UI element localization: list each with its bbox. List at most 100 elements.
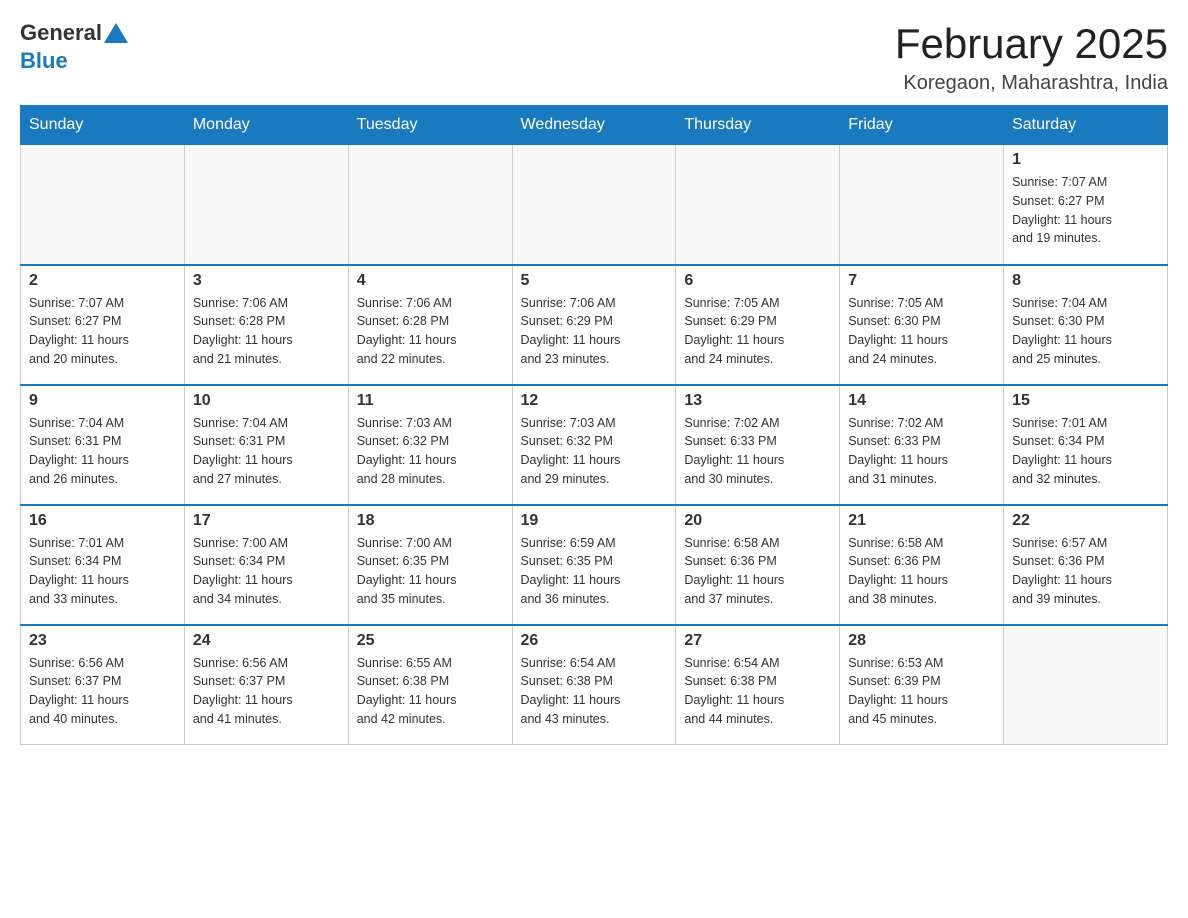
day-header-sunday: Sunday [21, 106, 185, 145]
day-info: Sunrise: 7:01 AM Sunset: 6:34 PM Dayligh… [1012, 414, 1159, 489]
day-info: Sunrise: 6:59 AM Sunset: 6:35 PM Dayligh… [521, 534, 668, 609]
day-number: 28 [848, 632, 995, 650]
calendar-header-row: SundayMondayTuesdayWednesdayThursdayFrid… [21, 106, 1168, 145]
day-number: 19 [521, 512, 668, 530]
calendar-cell: 12 Sunrise: 7:03 AM Sunset: 6:32 PM Dayli… [512, 385, 676, 505]
day-info: Sunrise: 7:06 AM Sunset: 6:29 PM Dayligh… [521, 294, 668, 369]
day-info: Sunrise: 7:00 AM Sunset: 6:34 PM Dayligh… [193, 534, 340, 609]
day-number: 4 [357, 272, 504, 290]
calendar-week-row: 2 Sunrise: 7:07 AM Sunset: 6:27 PM Daylig… [21, 265, 1168, 385]
calendar-cell: 2 Sunrise: 7:07 AM Sunset: 6:27 PM Daylig… [21, 265, 185, 385]
day-number: 20 [684, 512, 831, 530]
calendar-cell [840, 145, 1004, 265]
day-info: Sunrise: 7:04 AM Sunset: 6:30 PM Dayligh… [1012, 294, 1159, 369]
calendar-cell: 13Sunrise: 7:02 AM Sunset: 6:33 PM Dayli… [676, 385, 840, 505]
day-number: 5 [521, 272, 668, 290]
calendar-cell: 8 Sunrise: 7:04 AM Sunset: 6:30 PM Daylig… [1004, 265, 1168, 385]
calendar-cell [348, 145, 512, 265]
day-header-thursday: Thursday [676, 106, 840, 145]
calendar-week-row: 9 Sunrise: 7:04 AM Sunset: 6:31 PM Daylig… [21, 385, 1168, 505]
day-number: 2 [29, 272, 176, 290]
calendar-cell: 24 Sunrise: 6:56 AM Sunset: 6:37 PM Dayli… [184, 625, 348, 745]
location-text: Koregaon, Maharashtra, India [895, 72, 1168, 95]
day-info: Sunrise: 7:03 AM Sunset: 6:32 PM Dayligh… [521, 414, 668, 489]
day-info: Sunrise: 7:07 AM Sunset: 6:27 PM Dayligh… [1012, 173, 1159, 248]
calendar-cell: 11 Sunrise: 7:03 AM Sunset: 6:32 PM Dayli… [348, 385, 512, 505]
day-header-wednesday: Wednesday [512, 106, 676, 145]
calendar-cell: 3 Sunrise: 7:06 AM Sunset: 6:28 PM Daylig… [184, 265, 348, 385]
calendar-cell: 23Sunrise: 6:56 AM Sunset: 6:37 PM Dayli… [21, 625, 185, 745]
calendar-cell: 9 Sunrise: 7:04 AM Sunset: 6:31 PM Daylig… [21, 385, 185, 505]
logo: General Blue [20, 20, 130, 74]
day-header-tuesday: Tuesday [348, 106, 512, 145]
day-info: Sunrise: 7:06 AM Sunset: 6:28 PM Dayligh… [193, 294, 340, 369]
day-number: 24 [193, 632, 340, 650]
logo-general-text: General [20, 20, 102, 46]
calendar-cell: 25 Sunrise: 6:55 AM Sunset: 6:38 PM Dayli… [348, 625, 512, 745]
day-info: Sunrise: 7:04 AM Sunset: 6:31 PM Dayligh… [193, 414, 340, 489]
day-header-friday: Friday [840, 106, 1004, 145]
day-number: 3 [193, 272, 340, 290]
calendar-cell: 5 Sunrise: 7:06 AM Sunset: 6:29 PM Daylig… [512, 265, 676, 385]
day-info: Sunrise: 7:04 AM Sunset: 6:31 PM Dayligh… [29, 414, 176, 489]
day-info: Sunrise: 6:57 AM Sunset: 6:36 PM Dayligh… [1012, 534, 1159, 609]
day-info: Sunrise: 7:07 AM Sunset: 6:27 PM Dayligh… [29, 294, 176, 369]
day-info: Sunrise: 7:02 AM Sunset: 6:33 PM Dayligh… [848, 414, 995, 489]
calendar-cell: 1 Sunrise: 7:07 AM Sunset: 6:27 PM Daylig… [1004, 145, 1168, 265]
day-header-monday: Monday [184, 106, 348, 145]
calendar-cell: 4 Sunrise: 7:06 AM Sunset: 6:28 PM Daylig… [348, 265, 512, 385]
day-number: 27 [684, 632, 831, 650]
day-info: Sunrise: 7:05 AM Sunset: 6:30 PM Dayligh… [848, 294, 995, 369]
calendar-cell: 26Sunrise: 6:54 AM Sunset: 6:38 PM Dayli… [512, 625, 676, 745]
day-number: 18 [357, 512, 504, 530]
day-info: Sunrise: 7:03 AM Sunset: 6:32 PM Dayligh… [357, 414, 504, 489]
calendar-cell: 20 Sunrise: 6:58 AM Sunset: 6:36 PM Dayli… [676, 505, 840, 625]
day-number: 12 [521, 392, 668, 410]
day-number: 25 [357, 632, 504, 650]
day-number: 1 [1012, 151, 1159, 169]
day-info: Sunrise: 7:01 AM Sunset: 6:34 PM Dayligh… [29, 534, 176, 609]
calendar-cell: 15 Sunrise: 7:01 AM Sunset: 6:34 PM Dayli… [1004, 385, 1168, 505]
day-number: 8 [1012, 272, 1159, 290]
calendar-cell [512, 145, 676, 265]
title-section: February 2025 Koregaon, Maharashtra, Ind… [895, 20, 1168, 95]
calendar-cell [1004, 625, 1168, 745]
day-number: 11 [357, 392, 504, 410]
logo-triangle-icon [104, 23, 128, 43]
day-info: Sunrise: 7:00 AM Sunset: 6:35 PM Dayligh… [357, 534, 504, 609]
day-info: Sunrise: 6:53 AM Sunset: 6:39 PM Dayligh… [848, 654, 995, 729]
calendar-cell: 22 Sunrise: 6:57 AM Sunset: 6:36 PM Dayli… [1004, 505, 1168, 625]
logo-blue-text: Blue [20, 48, 68, 74]
calendar-cell: 21Sunrise: 6:58 AM Sunset: 6:36 PM Dayli… [840, 505, 1004, 625]
day-number: 14 [848, 392, 995, 410]
calendar-week-row: 1 Sunrise: 7:07 AM Sunset: 6:27 PM Daylig… [21, 145, 1168, 265]
day-info: Sunrise: 6:58 AM Sunset: 6:36 PM Dayligh… [684, 534, 831, 609]
day-header-saturday: Saturday [1004, 106, 1168, 145]
day-number: 6 [684, 272, 831, 290]
page-header: General Blue February 2025 Koregaon, Mah… [20, 20, 1168, 95]
calendar-cell: 6 Sunrise: 7:05 AM Sunset: 6:29 PM Daylig… [676, 265, 840, 385]
day-number: 22 [1012, 512, 1159, 530]
calendar-cell: 27Sunrise: 6:54 AM Sunset: 6:38 PM Dayli… [676, 625, 840, 745]
day-info: Sunrise: 7:06 AM Sunset: 6:28 PM Dayligh… [357, 294, 504, 369]
day-info: Sunrise: 6:55 AM Sunset: 6:38 PM Dayligh… [357, 654, 504, 729]
calendar-table: SundayMondayTuesdayWednesdayThursdayFrid… [20, 105, 1168, 745]
calendar-cell: 14 Sunrise: 7:02 AM Sunset: 6:33 PM Dayli… [840, 385, 1004, 505]
month-title: February 2025 [895, 20, 1168, 68]
calendar-cell: 17 Sunrise: 7:00 AM Sunset: 6:34 PM Dayli… [184, 505, 348, 625]
day-number: 13 [684, 392, 831, 410]
day-info: Sunrise: 6:54 AM Sunset: 6:38 PM Dayligh… [521, 654, 668, 729]
day-number: 16 [29, 512, 176, 530]
calendar-cell: 10Sunrise: 7:04 AM Sunset: 6:31 PM Dayli… [184, 385, 348, 505]
day-info: Sunrise: 7:05 AM Sunset: 6:29 PM Dayligh… [684, 294, 831, 369]
day-number: 17 [193, 512, 340, 530]
calendar-cell [21, 145, 185, 265]
day-number: 9 [29, 392, 176, 410]
day-info: Sunrise: 6:56 AM Sunset: 6:37 PM Dayligh… [193, 654, 340, 729]
calendar-week-row: 16 Sunrise: 7:01 AM Sunset: 6:34 PM Dayli… [21, 505, 1168, 625]
calendar-week-row: 23 Sunrise: 6:56 AM Sunset: 6:37 PM Dayli… [21, 625, 1168, 745]
calendar-cell: 7Sunrise: 7:05 AM Sunset: 6:30 PM Daylig… [840, 265, 1004, 385]
day-number: 15 [1012, 392, 1159, 410]
day-number: 23 [29, 632, 176, 650]
day-number: 21 [848, 512, 995, 530]
